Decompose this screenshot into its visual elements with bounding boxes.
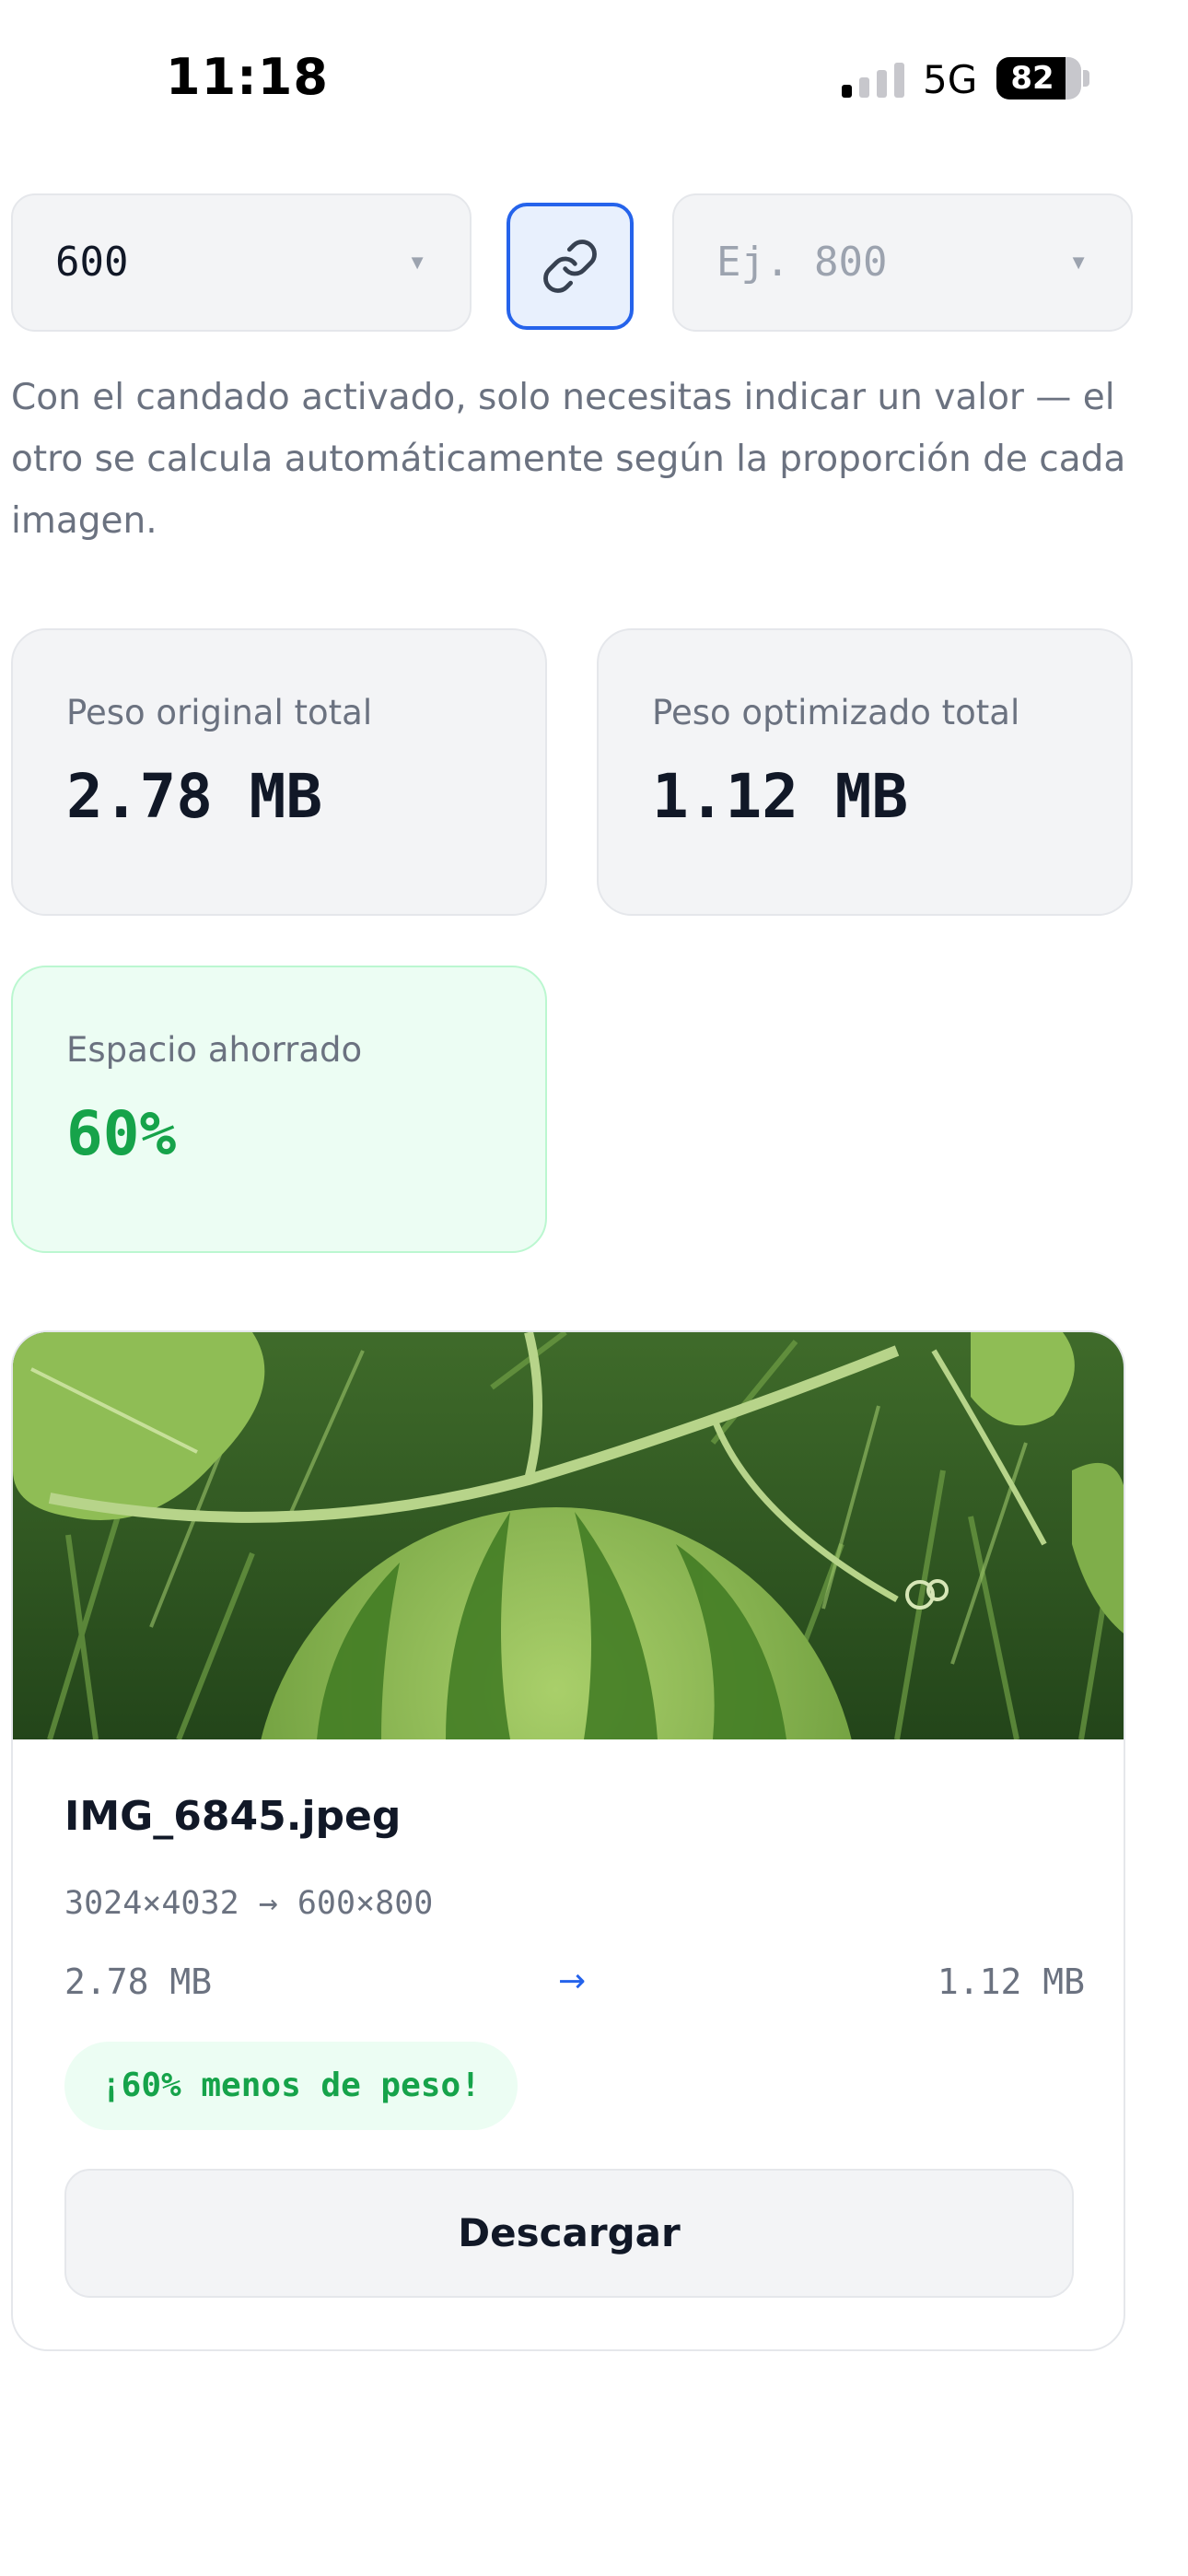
height-placeholder: Ej. 800	[716, 239, 888, 286]
resolution-change: 3024×4032 → 600×800	[64, 1885, 434, 1922]
width-value: 600	[55, 239, 129, 286]
space-saved-card: Espacio ahorrado 60%	[11, 966, 547, 1253]
battery-level: 82	[1010, 60, 1054, 97]
height-select[interactable]: Ej. 800 ▼	[672, 193, 1133, 332]
size-comparison: 2.78 MB → 1.12 MB	[64, 1959, 1085, 2005]
arrow-right-icon: →	[558, 1962, 587, 2000]
space-saved-label: Espacio ahorrado	[66, 1030, 363, 1070]
original-size: 2.78 MB	[64, 1961, 213, 2002]
original-weight-card: Peso original total 2.78 MB	[11, 628, 547, 916]
battery-nub	[1083, 70, 1089, 87]
space-saved-value: 60%	[66, 1098, 177, 1169]
width-select[interactable]: 600 ▼	[11, 193, 472, 332]
status-bar: 11:18 5G 82	[0, 0, 1188, 157]
original-weight-label: Peso original total	[66, 693, 373, 732]
aspect-lock-button[interactable]	[507, 203, 634, 330]
image-result-card: IMG_6845.jpeg 3024×4032 → 600×800 2.78 M…	[11, 1330, 1125, 2351]
file-name: IMG_6845.jpeg	[64, 1793, 402, 1840]
optimized-weight-card: Peso optimizado total 1.12 MB	[597, 628, 1133, 916]
link-icon	[543, 240, 597, 293]
battery-icon: 82	[996, 57, 1081, 100]
optimized-weight-value: 1.12 MB	[652, 761, 909, 832]
chevron-down-icon: ▼	[407, 251, 427, 274]
image-optimizer-screen: 11:18 5G 82 600 ▼ Ej. 800 ▼ Con el canda…	[0, 0, 1188, 2576]
chevron-down-icon: ▼	[1068, 251, 1089, 274]
aspect-lock-hint: Con el candado activado, solo necesitas …	[11, 377, 1126, 542]
savings-badge: ¡60% menos de peso!	[64, 2042, 518, 2130]
optimized-size: 1.12 MB	[937, 1961, 1085, 2002]
optimized-weight-label: Peso optimizado total	[652, 693, 1020, 732]
image-preview	[13, 1332, 1124, 1739]
cellular-signal-icon	[842, 61, 906, 98]
download-button[interactable]: Descargar	[64, 2169, 1074, 2298]
status-time: 11:18	[166, 48, 329, 106]
original-weight-value: 2.78 MB	[66, 761, 323, 832]
network-type: 5G	[923, 57, 978, 102]
